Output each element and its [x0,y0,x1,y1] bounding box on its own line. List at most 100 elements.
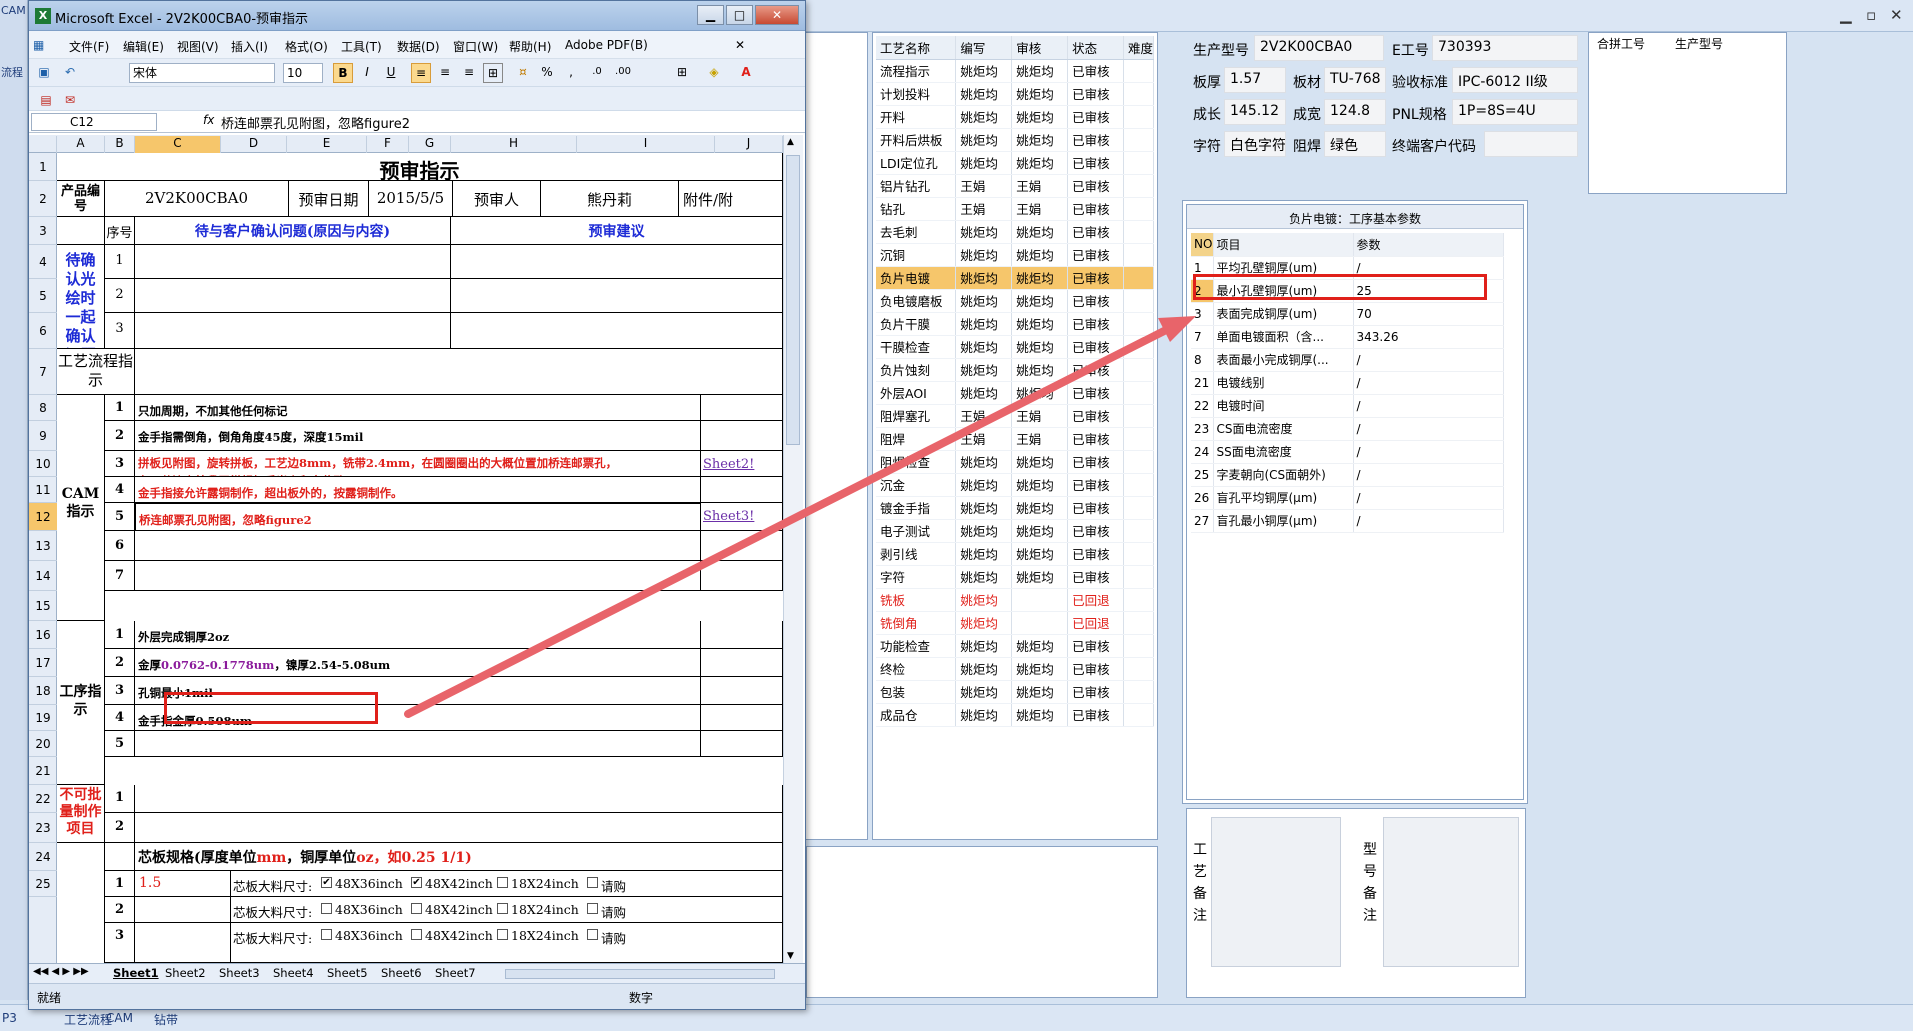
process-row[interactable]: 沉金 姚炬均 姚炬均 已审核 [876,473,1155,497]
process-row[interactable]: LDI定位孔 姚炬均 姚炬均 已审核 [876,151,1155,175]
width-field[interactable]: 124.8 [1324,99,1386,125]
cam-num[interactable]: 6 [105,531,135,561]
merge-list[interactable]: 合拼工号 生产型号 [1588,32,1787,194]
q-num[interactable]: 2 [105,279,135,313]
col-header[interactable]: 编写 [955,36,1013,60]
person-value[interactable]: 熊丹莉 [541,181,679,217]
process-row[interactable]: 钻孔 王娟 王娟 已审核 [876,197,1155,221]
cam-num[interactable]: 4 [105,477,135,503]
decrease-decimal-icon[interactable]: .00 [611,63,635,83]
cam-link-cell[interactable]: Sheet2! [701,451,783,477]
checkbox[interactable] [497,877,508,888]
row-header[interactable]: 23 [29,813,57,843]
checkbox[interactable] [587,877,598,888]
nobatch-cell[interactable] [135,813,783,843]
sheet-link[interactable]: Sheet2! [703,457,754,472]
cam-text-cell[interactable]: 桥连邮票孔见附图，忽略figure2 [135,503,701,531]
cam-link-cell[interactable]: Sheet3! [701,503,783,531]
proc-text-cell[interactable]: 外层完成铜厚2oz [135,621,701,649]
question-cell[interactable] [135,279,451,313]
process-row[interactable]: 负片电镀 姚炬均 姚炬均 已审核 [876,266,1155,290]
process-row[interactable]: 干膜检查 姚炬均 姚炬均 已审核 [876,335,1155,359]
menu-help[interactable]: 帮助(H) [509,38,551,55]
q-num[interactable]: 3 [105,313,135,349]
tab-sheet6[interactable]: Sheet6 [381,966,422,980]
col-header-c[interactable]: C [135,136,221,153]
borders-icon[interactable]: ⊞ [669,63,695,83]
process-row[interactable]: 负片蚀刻 姚炬均 姚炬均 已审核 [876,358,1155,382]
tab-sheet1[interactable]: Sheet1 [113,966,159,980]
tab-sheet5[interactable]: Sheet5 [327,966,368,980]
col-header-h[interactable]: H [451,136,577,153]
sheet-link[interactable]: Sheet3! [703,509,754,524]
bold-button[interactable]: B [333,63,353,83]
col-header-f[interactable]: F [367,136,409,153]
col-header[interactable]: 难度 [1123,36,1155,60]
eno-field[interactable]: 730393 [1432,35,1578,61]
row-header[interactable]: 19 [29,705,57,731]
thick-field[interactable]: 1.57 [1224,67,1286,93]
row-header[interactable]: 18 [29,677,57,705]
cam-text-cell[interactable]: 只加周期，不加其他任何标记 [135,395,701,421]
process-row[interactable]: 开料后烘板 姚炬均 姚炬均 已审核 [876,128,1155,152]
process-row[interactable]: 铝片钻孔 王娟 王娟 已审核 [876,174,1155,198]
cam-link-cell[interactable] [701,561,783,591]
cam-link-cell[interactable] [701,395,783,421]
tab-sheet3[interactable]: Sheet3 [219,966,260,980]
scroll-down-icon[interactable]: ▼ [787,951,794,961]
menu-insert[interactable]: 插入(I) [231,38,268,55]
proc-extra-cell[interactable] [701,677,783,705]
process-row[interactable]: 负片干膜 姚炬均 姚炬均 已审核 [876,312,1155,336]
process-row[interactable]: 功能检查 姚炬均 姚炬均 已审核 [876,634,1155,658]
core-title[interactable]: 芯板规格(厚度单位mm，铜厚单位oz，如0.25 1/1) [135,843,783,871]
scroll-up-icon[interactable]: ▲ [787,137,794,147]
row-header[interactable]: 14 [29,561,57,591]
col-header-b[interactable]: B [105,136,135,153]
bottom-tab[interactable]: 工艺流程 [64,1011,112,1028]
process-row[interactable]: 阻焊检查 姚炬均 姚炬均 已审核 [876,450,1155,474]
suggest-cell[interactable] [451,279,783,313]
cam-text-cell[interactable]: 金手指需倒角，倒角角度45度，深度15mil [135,421,701,451]
param-row[interactable]: 8 表面最小完成铜厚(... / [1191,348,1504,372]
proc-extra-cell[interactable] [701,649,783,677]
formula-input[interactable]: 桥连邮票孔见附图，忽略figure2 [221,113,410,132]
row-header[interactable]: 4 [29,245,57,279]
proc-text-cell[interactable]: 金厚0.0762-0.1778um，镍厚2.54-5.08um [135,649,701,677]
cam-num[interactable]: 2 [105,421,135,451]
checkbox[interactable] [587,903,598,914]
row-header[interactable]: 6 [29,313,57,349]
maximize-button[interactable]: □ [726,5,753,25]
col-header[interactable]: NO [1191,233,1214,257]
underline-button[interactable]: U [381,63,401,83]
param-row[interactable]: 27 盲孔最小铜厚(μm) / [1191,509,1504,533]
process-row[interactable]: 字符 姚炬均 姚炬均 已审核 [876,565,1155,589]
question-header[interactable]: 待与客户确认问题(原因与内容) [135,217,451,245]
col-header[interactable]: 项目 [1213,233,1354,257]
pdf-email-icon[interactable]: ✉ [61,91,79,111]
empty-cell[interactable] [105,843,135,871]
core-size-cell[interactable]: 芯板大料尺寸: 48X36inch 48X42inch 18X24inch 请购 [231,923,783,963]
col-header[interactable]: 工艺名称 [876,36,957,60]
row-header[interactable]: 22 [29,785,57,813]
fx-icon[interactable]: fx [203,113,214,127]
process-row[interactable]: 阻焊塞孔 王娟 王娟 已审核 [876,404,1155,428]
horizontal-scrollbar[interactable] [505,969,775,979]
proc-num[interactable]: 3 [105,677,135,705]
flow-label[interactable]: 工艺流程指示 [57,349,135,395]
font-color-icon[interactable]: A [733,63,759,83]
core-num[interactable]: 1 [105,871,135,897]
menu-doc-icon[interactable]: ▦ [33,38,44,52]
cam-text-cell[interactable]: 金手指接允许露铜制作，超出板外的，按露铜制作。 [135,477,701,503]
restore-icon[interactable]: ▫ [1866,6,1876,24]
row-header[interactable]: 7 [29,349,57,395]
checkbox[interactable] [411,903,422,914]
length-field[interactable]: 145.12 [1224,99,1286,125]
cam-text-cell[interactable] [135,531,701,561]
menu-adobe-pdf[interactable]: Adobe PDF(B) [565,38,648,52]
menu-window[interactable]: 窗口(W) [453,38,498,55]
product-label[interactable]: 产品编号 [57,181,105,217]
process-row[interactable]: 开料 姚炬均 姚炬均 已审核 [876,105,1155,129]
process-row[interactable]: 铣板 姚炬均 已回退 [876,588,1155,612]
cam-num[interactable]: 1 [105,395,135,421]
param-row[interactable]: 3 表面完成铜厚(um) 70 [1191,302,1504,326]
